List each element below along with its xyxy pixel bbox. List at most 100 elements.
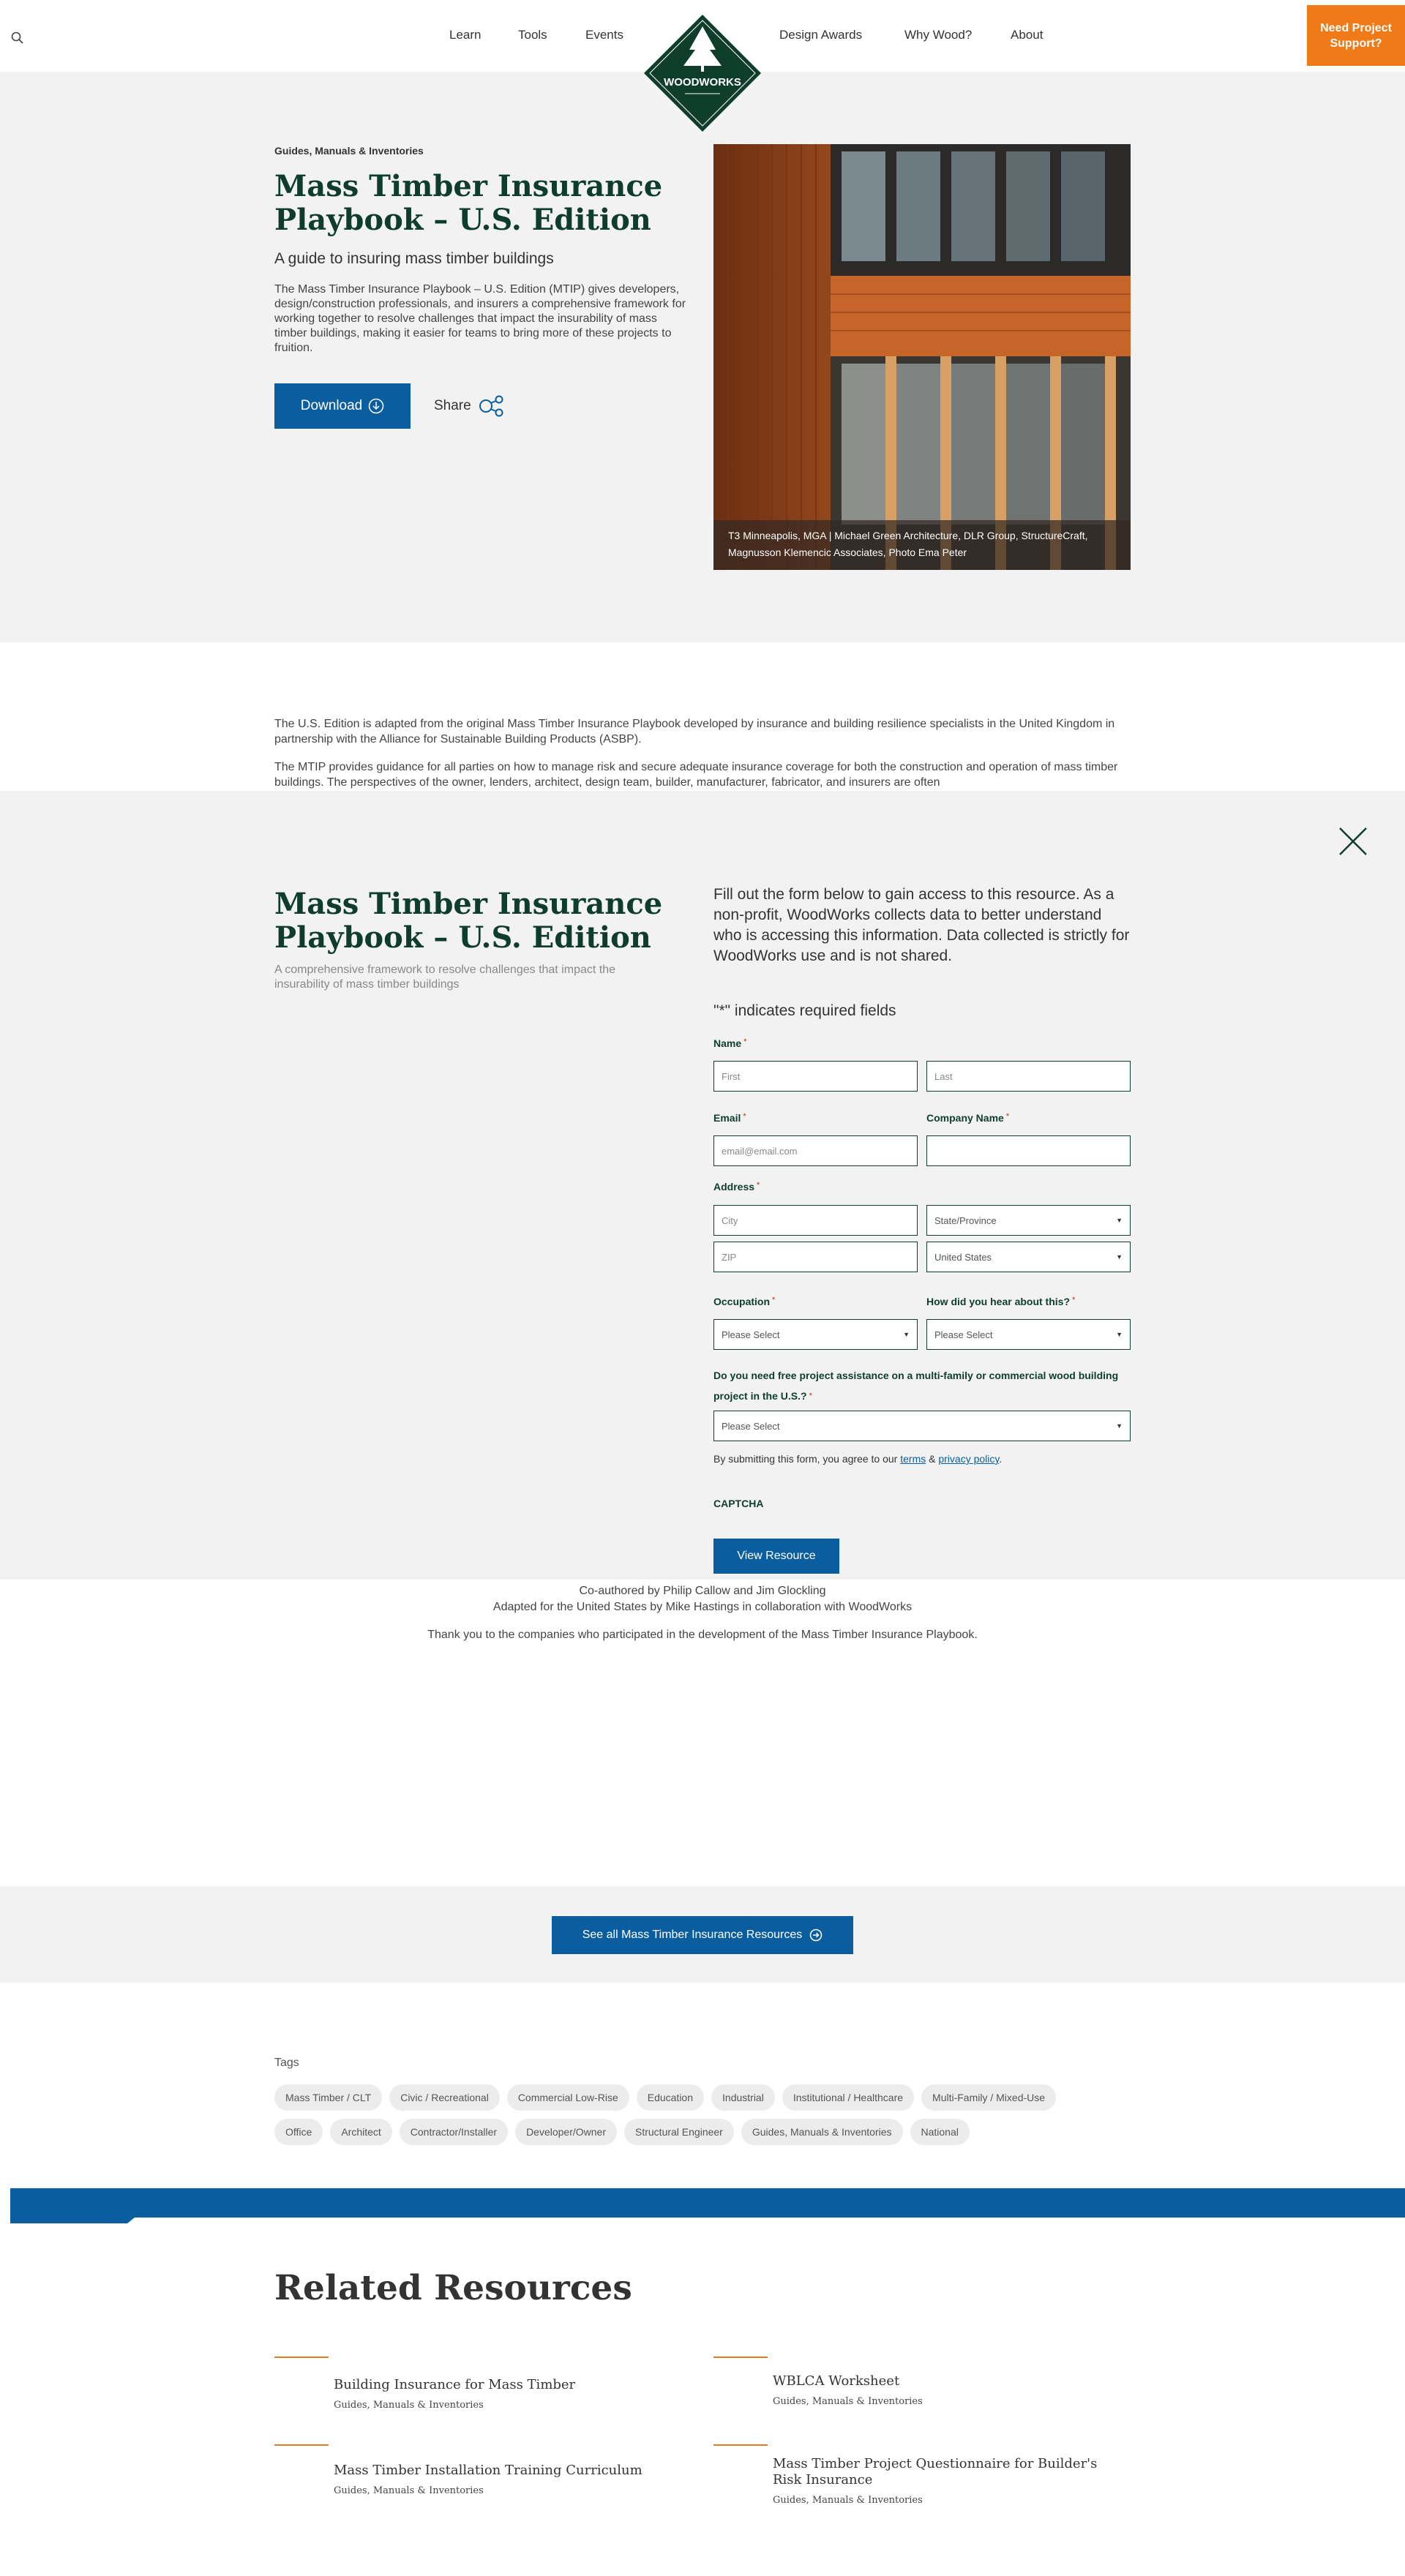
state-select-value: State/Province <box>934 1214 997 1226</box>
first-name-field[interactable]: First <box>713 1061 918 1092</box>
nav-events[interactable]: Events <box>585 28 623 42</box>
related-item-category: Guides, Manuals & Inventories <box>334 2485 484 2496</box>
project-assistance-select-value: Please Select <box>722 1420 780 1432</box>
hero-section <box>0 72 1405 642</box>
section-divider-stripe <box>10 2188 1405 2218</box>
share-button[interactable]: Share <box>434 395 505 417</box>
chevron-down-icon: ▼ <box>1116 1253 1123 1261</box>
nav-about[interactable]: About <box>1011 28 1043 42</box>
related-item-title[interactable]: Building Insurance for Mass Timber <box>334 2377 678 2393</box>
stripe-notch <box>10 2218 135 2223</box>
hear-about-select[interactable]: Please Select ▼ <box>926 1319 1131 1350</box>
chevron-down-icon: ▼ <box>1116 1217 1123 1224</box>
project-assistance-select[interactable]: Please Select ▼ <box>713 1411 1131 1441</box>
terms-link[interactable]: terms <box>900 1453 926 1465</box>
related-item-category: Guides, Manuals & Inventories <box>334 2400 484 2411</box>
email-field[interactable]: email@email.com <box>713 1135 918 1166</box>
tags-heading: Tags <box>274 2057 299 2069</box>
download-button[interactable]: Download <box>274 383 411 429</box>
download-label: Download <box>300 398 363 413</box>
nav-tools[interactable]: Tools <box>518 28 547 42</box>
logo-wordmark: WOODWORKS <box>664 76 741 89</box>
tag-institutional-healthcare[interactable]: Institutional / Healthcare <box>782 2084 915 2111</box>
related-item-title[interactable]: Mass Timber Installation Training Curric… <box>334 2463 678 2479</box>
adaptation-credit: Adapted for the United States by Mike Ha… <box>492 1601 913 1613</box>
search-icon[interactable] <box>10 31 25 45</box>
required-fields-note: "*" indicates required fields <box>713 1002 896 1019</box>
city-field[interactable]: City <box>713 1205 918 1236</box>
privacy-policy-link[interactable]: privacy policy <box>938 1453 999 1465</box>
terms-prefix: By submitting this form, you agree to ou… <box>713 1453 898 1465</box>
see-all-resources-button[interactable]: See all Mass Timber Insurance Resources <box>552 1916 853 1954</box>
tag-developer-owner[interactable]: Developer/Owner <box>515 2119 617 2145</box>
occupation-select[interactable]: Please Select ▼ <box>713 1319 918 1350</box>
tag-guides-manuals-inventories[interactable]: Guides, Manuals & Inventories <box>741 2119 903 2145</box>
tag-structural-engineer[interactable]: Structural Engineer <box>624 2119 734 2145</box>
tag-commercial-low-rise[interactable]: Commercial Low-Rise <box>506 2084 629 2111</box>
thank-you-note: Thank you to the companies who participa… <box>427 1629 978 1641</box>
share-icon <box>479 395 503 417</box>
page-title: Mass Timber Insurance Playbook – U.S. Ed… <box>274 169 663 237</box>
chevron-down-icon: ▼ <box>1116 1331 1123 1338</box>
tag-industrial[interactable]: Industrial <box>711 2084 775 2111</box>
body-paragraph-1: The U.S. Edition is adapted from the ori… <box>274 718 1115 746</box>
tag-education[interactable]: Education <box>636 2084 705 2111</box>
country-select-value: United States <box>934 1251 992 1263</box>
tag-multi-family-mixed-use[interactable]: Multi-Family / Mixed-Use <box>921 2084 1057 2111</box>
country-select[interactable]: United States ▼ <box>926 1242 1131 1272</box>
company-name-field[interactable] <box>926 1135 1131 1166</box>
close-icon[interactable] <box>1338 827 1368 856</box>
tag-contractor-installer[interactable]: Contractor/Installer <box>399 2119 509 2145</box>
address-label: Address * <box>713 1181 760 1193</box>
arrow-right-circle-icon <box>810 1929 823 1942</box>
related-accent-line <box>274 2444 329 2446</box>
tag-mass-timber-clt[interactable]: Mass Timber / CLT <box>274 2084 383 2111</box>
name-label: Name * <box>713 1037 747 1049</box>
modal-subtitle: A comprehensive framework to resolve cha… <box>274 964 616 991</box>
resource-description: The Mass Timber Insurance Playbook – U.S… <box>274 283 686 354</box>
tag-office[interactable]: Office <box>274 2119 323 2145</box>
related-accent-line <box>274 2357 329 2358</box>
email-label: Email * <box>713 1112 746 1124</box>
captcha-label: CAPTCHA <box>713 1498 764 1509</box>
occupation-select-value: Please Select <box>722 1329 780 1340</box>
view-resource-button[interactable]: View Resource <box>713 1539 839 1574</box>
related-item-category: Guides, Manuals & Inventories <box>773 2495 923 2506</box>
state-select[interactable]: State/Province ▼ <box>926 1205 1131 1236</box>
chevron-down-icon: ▼ <box>1116 1422 1123 1430</box>
related-item-category: Guides, Manuals & Inventories <box>773 2396 923 2407</box>
related-item-title[interactable]: WBLCA Worksheet <box>773 2373 1117 2389</box>
tag-architect[interactable]: Architect <box>330 2119 392 2145</box>
download-icon <box>369 398 384 414</box>
nav-why-wood[interactable]: Why Wood? <box>904 28 972 42</box>
modal-title: Mass Timber Insurance Playbook – U.S. Ed… <box>274 887 663 955</box>
nav-design-awards[interactable]: Design Awards <box>779 28 862 42</box>
resource-form-modal <box>0 791 1405 1580</box>
occupation-label: Occupation * <box>713 1296 776 1307</box>
last-name-field[interactable]: Last <box>926 1061 1131 1092</box>
coauthor-credit: Co-authored by Philip Callow and Jim Glo… <box>579 1585 826 1597</box>
chevron-down-icon: ▼ <box>903 1331 910 1338</box>
need-project-support-button[interactable]: Need Project Support? <box>1307 5 1405 66</box>
zip-field[interactable]: ZIP <box>713 1242 918 1272</box>
related-resources-heading: Related Resources <box>274 2268 632 2308</box>
tags-row-1: Mass Timber / CLT Civic / Recreational C… <box>274 2084 1057 2111</box>
terms-notice: By submitting this form, you agree to ou… <box>713 1453 1002 1465</box>
woodworks-logo[interactable]: WOODWORKS <box>642 13 763 133</box>
terms-suffix: . <box>999 1453 1003 1465</box>
related-item-title[interactable]: Mass Timber Project Questionnaire for Bu… <box>773 2456 1117 2488</box>
nav-learn[interactable]: Learn <box>449 28 481 42</box>
photo-caption: T3 Minneapolis, MGA | Michael Green Arch… <box>713 520 1131 570</box>
tag-national[interactable]: National <box>910 2119 970 2145</box>
see-all-label: See all Mass Timber Insurance Resources <box>582 1929 803 1941</box>
tag-civic-recreational[interactable]: Civic / Recreational <box>389 2084 500 2111</box>
tags-row-2: Office Architect Contractor/Installer De… <box>274 2119 970 2145</box>
hear-about-label: How did you hear about this? * <box>926 1296 1076 1307</box>
hero-photo: T3 Minneapolis, MGA | Michael Green Arch… <box>713 144 1131 570</box>
body-paragraph-2: The MTIP provides guidance for all parti… <box>274 761 1118 789</box>
form-intro: Fill out the form below to gain access t… <box>713 886 1130 964</box>
related-accent-line <box>713 2444 768 2446</box>
page-subtitle: A guide to insuring mass timber building… <box>274 250 554 267</box>
related-accent-line <box>713 2357 768 2358</box>
company-name-label: Company Name * <box>926 1112 1010 1124</box>
